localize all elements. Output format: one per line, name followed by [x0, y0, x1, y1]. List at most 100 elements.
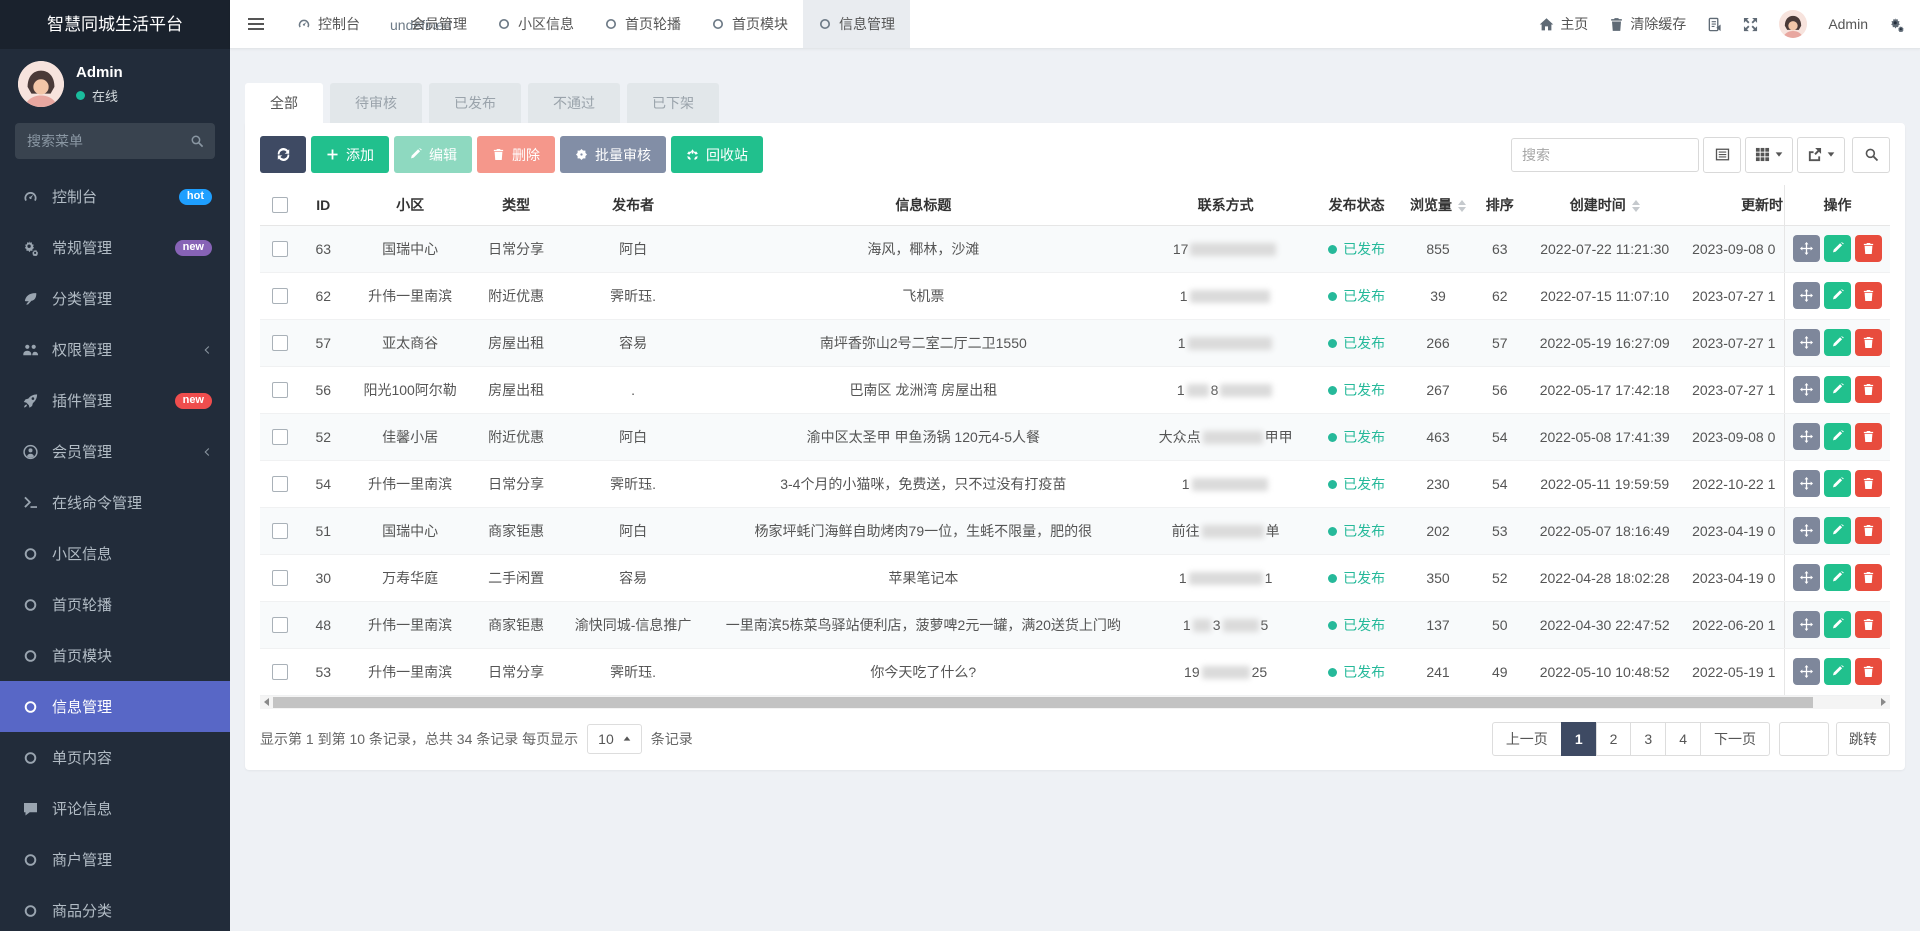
row-checkbox[interactable] — [272, 288, 288, 304]
recycle-bin-button[interactable]: 回收站 — [671, 136, 763, 173]
sidebar-item-single-page[interactable]: 单页内容 — [0, 732, 230, 783]
search-icon[interactable] — [190, 134, 204, 148]
row-move-button[interactable] — [1793, 235, 1820, 262]
export-button[interactable] — [1797, 137, 1845, 173]
search-toggle-button[interactable] — [1852, 137, 1890, 173]
sidebar-item-goods-category[interactable]: 商品分类 — [0, 885, 230, 931]
sort-arrows-icon[interactable] — [1458, 200, 1466, 212]
sidebar-item-home-module[interactable]: 首页模块 — [0, 630, 230, 681]
row-checkbox[interactable] — [272, 429, 288, 445]
add-button[interactable]: 添加 — [311, 136, 389, 173]
sidebar-item-addon[interactable]: 插件管理new — [0, 375, 230, 426]
row-edit-button[interactable] — [1824, 611, 1851, 638]
sort-arrows-icon[interactable] — [1632, 200, 1640, 212]
row-delete-button[interactable] — [1855, 329, 1882, 356]
row-delete-button[interactable] — [1855, 282, 1882, 309]
sidebar-item-general[interactable]: 常规管理new — [0, 222, 230, 273]
row-move-button[interactable] — [1793, 611, 1820, 638]
row-edit-button[interactable] — [1824, 423, 1851, 450]
row-move-button[interactable] — [1793, 658, 1820, 685]
row-edit-button[interactable] — [1824, 376, 1851, 403]
filter-tab-pending[interactable]: 待审核 — [330, 83, 422, 123]
filter-tab-rejected[interactable]: 不通过 — [528, 83, 620, 123]
row-edit-button[interactable] — [1824, 329, 1851, 356]
scroll-left-arrow-icon[interactable] — [260, 696, 273, 709]
columns-button[interactable] — [1745, 137, 1793, 173]
row-delete-button[interactable] — [1855, 235, 1882, 262]
filter-tab-all[interactable]: 全部 — [245, 83, 323, 123]
row-edit-button[interactable] — [1824, 658, 1851, 685]
row-move-button[interactable] — [1793, 564, 1820, 591]
page-jump-button[interactable]: 跳转 — [1836, 722, 1890, 756]
topbar-tab-home-module[interactable]: 首页模块 — [696, 0, 803, 48]
page-button-1[interactable]: 1 — [1561, 722, 1597, 756]
log-button[interactable] — [1707, 17, 1722, 32]
topbar-tab-console[interactable]: 控制台 — [282, 0, 375, 48]
table-search-input[interactable] — [1511, 138, 1699, 172]
row-delete-button[interactable] — [1855, 517, 1882, 544]
topbar-tab-member[interactable]: undefined会员管理 — [375, 0, 482, 48]
scrollbar-thumb[interactable] — [273, 697, 1813, 708]
select-all-checkbox[interactable] — [272, 197, 288, 213]
row-delete-button[interactable] — [1855, 423, 1882, 450]
sidebar-item-community-info[interactable]: 小区信息 — [0, 528, 230, 579]
settings-button[interactable] — [1889, 17, 1904, 32]
sidebar-item-console[interactable]: 控制台hot — [0, 171, 230, 222]
row-delete-button[interactable] — [1855, 658, 1882, 685]
filter-tab-published[interactable]: 已发布 — [429, 83, 521, 123]
page-button-3[interactable]: 3 — [1630, 722, 1666, 756]
horizontal-scrollbar[interactable] — [260, 696, 1890, 709]
row-checkbox[interactable] — [272, 570, 288, 586]
sidebar-item-info-manage[interactable]: 信息管理 — [0, 681, 230, 732]
page-size-select[interactable]: 10 — [587, 724, 642, 754]
refresh-button[interactable] — [260, 136, 306, 173]
row-checkbox[interactable] — [272, 335, 288, 351]
page-button-2[interactable]: 2 — [1596, 722, 1632, 756]
sidebar-item-auth[interactable]: 权限管理 — [0, 324, 230, 375]
row-delete-button[interactable] — [1855, 611, 1882, 638]
topbar-tab-home-banner[interactable]: 首页轮播 — [589, 0, 696, 48]
delete-button[interactable]: 删除 — [477, 136, 555, 173]
row-move-button[interactable] — [1793, 329, 1820, 356]
sidebar-item-online-command[interactable]: 在线命令管理 — [0, 477, 230, 528]
admin-avatar[interactable] — [1779, 10, 1807, 38]
menu-toggle-icon[interactable] — [230, 0, 282, 48]
row-checkbox[interactable] — [272, 664, 288, 680]
next-page-button[interactable]: 下一页 — [1700, 722, 1770, 756]
row-checkbox[interactable] — [272, 476, 288, 492]
row-checkbox[interactable] — [272, 241, 288, 257]
sidebar-item-category[interactable]: 分类管理 — [0, 273, 230, 324]
admin-name[interactable]: Admin — [1828, 16, 1868, 32]
row-delete-button[interactable] — [1855, 376, 1882, 403]
edit-button[interactable]: 编辑 — [394, 136, 472, 173]
row-checkbox[interactable] — [272, 617, 288, 633]
row-move-button[interactable] — [1793, 376, 1820, 403]
row-checkbox[interactable] — [272, 382, 288, 398]
scroll-right-arrow-icon[interactable] — [1877, 696, 1890, 709]
row-move-button[interactable] — [1793, 282, 1820, 309]
sidebar-item-comment-info[interactable]: 评论信息 — [0, 783, 230, 834]
prev-page-button[interactable]: 上一页 — [1492, 722, 1562, 756]
sidebar-item-member[interactable]: 会员管理 — [0, 426, 230, 477]
sidebar-search-input[interactable] — [15, 123, 215, 159]
row-edit-button[interactable] — [1824, 517, 1851, 544]
home-link[interactable]: 主页 — [1539, 14, 1588, 34]
column-header[interactable]: 创建时间 — [1524, 185, 1685, 225]
avatar[interactable] — [18, 61, 64, 107]
row-edit-button[interactable] — [1824, 235, 1851, 262]
column-header[interactable]: 浏览量 — [1401, 185, 1475, 225]
row-checkbox[interactable] — [272, 523, 288, 539]
sidebar-item-home-banner[interactable]: 首页轮播 — [0, 579, 230, 630]
detail-view-button[interactable] — [1703, 137, 1741, 173]
sidebar-item-merchant[interactable]: 商户管理 — [0, 834, 230, 885]
row-edit-button[interactable] — [1824, 564, 1851, 591]
clear-cache-link[interactable]: 清除缓存 — [1609, 14, 1686, 34]
row-move-button[interactable] — [1793, 423, 1820, 450]
batch-audit-button[interactable]: 批量审核 — [560, 136, 666, 173]
topbar-tab-info-manage[interactable]: 信息管理 — [803, 0, 910, 48]
row-edit-button[interactable] — [1824, 282, 1851, 309]
topbar-tab-community-info[interactable]: 小区信息 — [482, 0, 589, 48]
filter-tab-offline[interactable]: 已下架 — [627, 83, 719, 123]
row-delete-button[interactable] — [1855, 564, 1882, 591]
row-move-button[interactable] — [1793, 517, 1820, 544]
